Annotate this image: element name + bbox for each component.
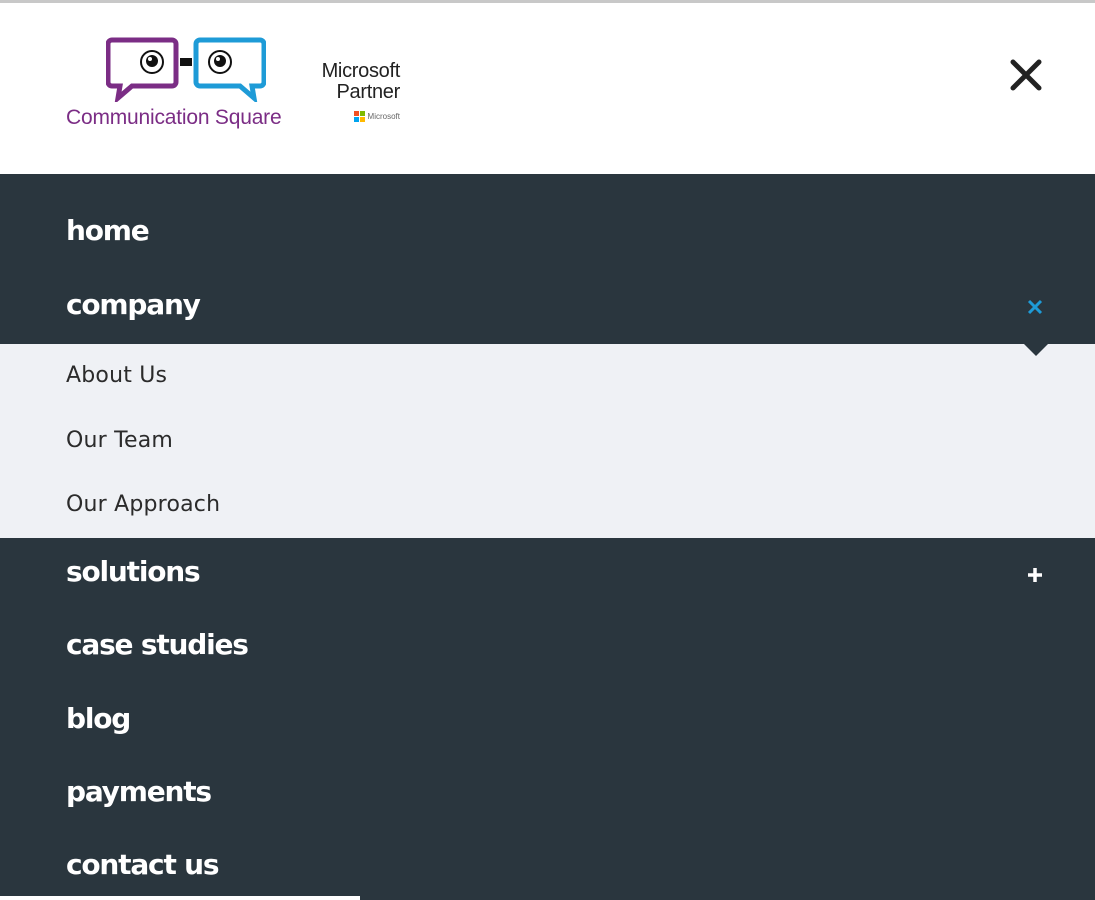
partner-label-line2: Partner	[336, 81, 401, 103]
menu-item-payments[interactable]: payments	[66, 775, 212, 808]
submenu-item-our-approach[interactable]: Our Approach	[66, 492, 220, 517]
menu-item-home[interactable]: home	[66, 214, 150, 247]
microsoft-mini-logo: Microsoft	[353, 111, 400, 122]
brand-logo[interactable]: Communication Square	[66, 36, 326, 136]
submenu-item-about-us[interactable]: About Us	[66, 363, 167, 388]
microsoft-partner-badge: Microsoft Partner Microsoft	[300, 60, 401, 122]
menu-item-solutions[interactable]: solutions	[66, 555, 201, 588]
submenu-caret	[1024, 344, 1048, 356]
menu-item-blog[interactable]: blog	[66, 702, 131, 735]
close-menu-button[interactable]	[1006, 55, 1046, 95]
company-submenu: About Us Our Team Our Approach	[0, 344, 1095, 538]
submenu-item-our-team[interactable]: Our Team	[66, 428, 173, 453]
collapse-x-icon	[1027, 299, 1043, 315]
company-collapse-toggle[interactable]	[1026, 298, 1044, 316]
partner-label-line1: Microsoft	[321, 60, 401, 82]
close-icon	[1010, 59, 1042, 91]
speech-bubbles-icon	[106, 37, 266, 102]
microsoft-mini-text: Microsoft	[367, 112, 400, 121]
microsoft-windows-icon	[353, 111, 365, 122]
main-menu-bottom	[0, 538, 1095, 900]
menu-item-contact-us[interactable]: contact us	[66, 848, 220, 881]
plus-icon	[1028, 568, 1042, 582]
solutions-expand-toggle[interactable]	[1025, 565, 1045, 585]
menu-item-case-studies[interactable]: case studies	[66, 628, 249, 661]
brand-name: Communication Square	[66, 106, 282, 129]
site-header: Communication Square Microsoft Partner M…	[0, 3, 1095, 174]
menu-item-company[interactable]: company	[66, 288, 201, 321]
bottom-highlight-strip	[0, 896, 360, 900]
